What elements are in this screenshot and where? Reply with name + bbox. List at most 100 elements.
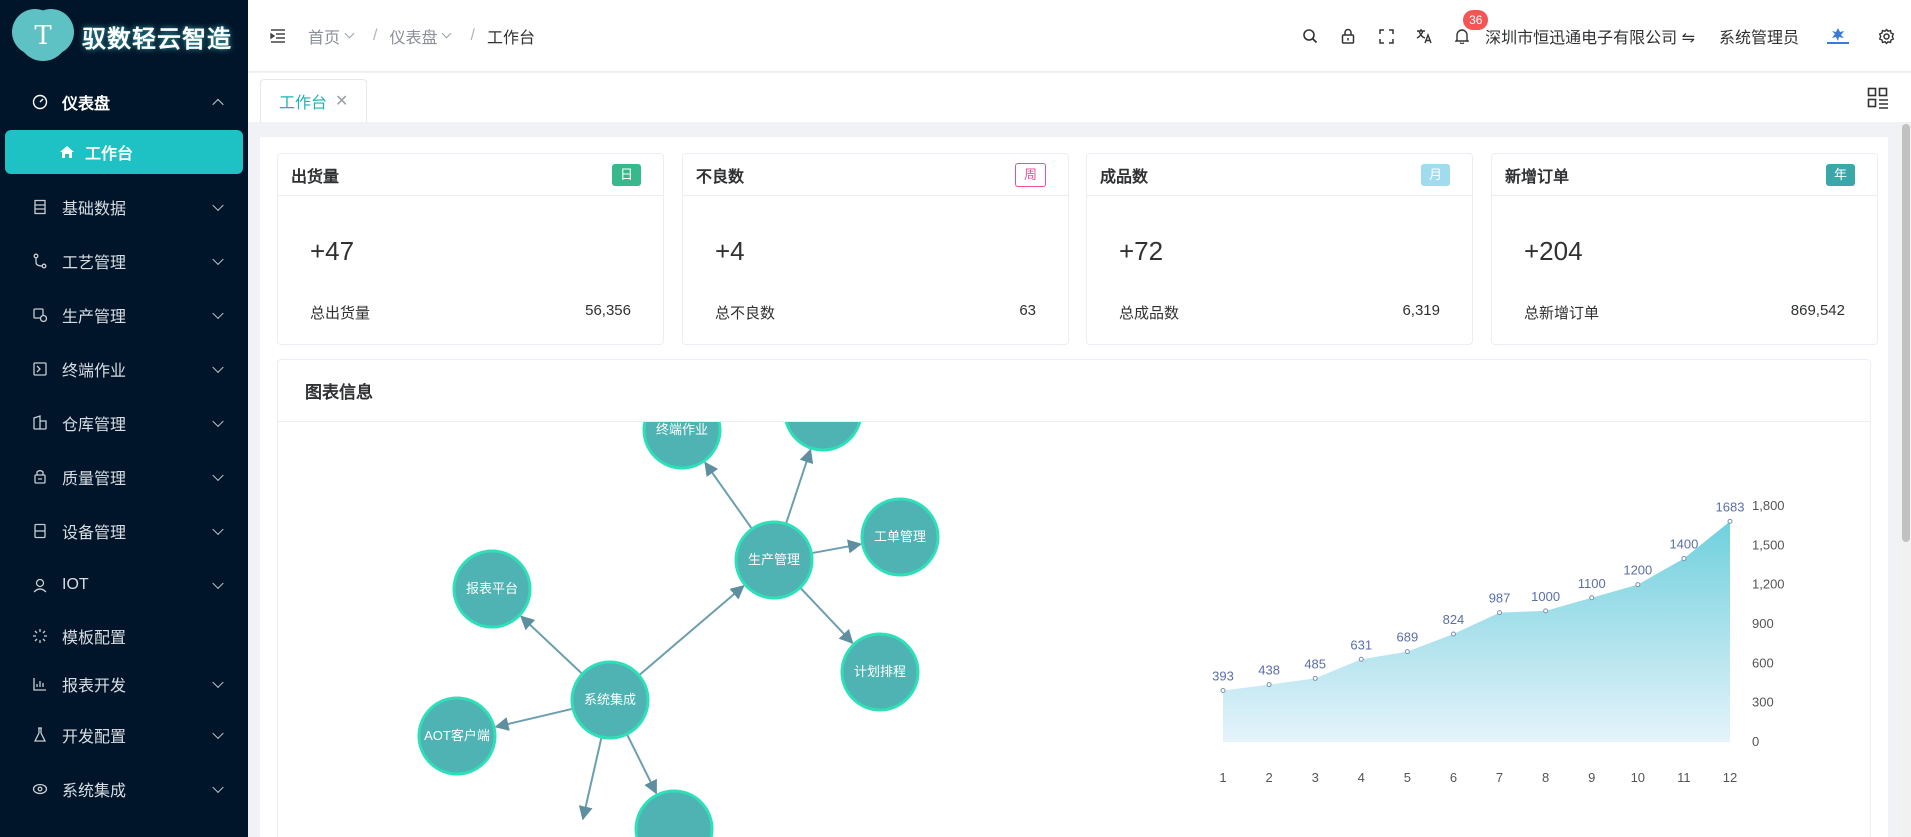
sidebar-item-5[interactable]: 仓库管理 <box>0 396 248 450</box>
card-total-label: 总新增订单 <box>1524 305 1600 322</box>
x-tick-label: 3 <box>1312 770 1319 785</box>
sidebar-item-10[interactable]: 报表开发 <box>0 660 248 708</box>
graph-edge <box>799 586 854 644</box>
trend-data-label: 1683 <box>1716 499 1745 514</box>
stat-card: 成品数 月 +72 总成品数 6,319 <box>1086 153 1473 345</box>
sidebar-subitem-workbench[interactable]: 工作台 <box>5 130 243 174</box>
card-value: +47 <box>310 236 355 266</box>
sidebar-item-label: 模板配置 <box>62 630 127 647</box>
x-tick-label: 11 <box>1677 770 1691 785</box>
logo-icon: T <box>18 11 68 61</box>
card-title: 出货量 <box>291 168 340 186</box>
sidebar-item-label: 质量管理 <box>62 471 127 488</box>
tab-layout-grid-icon[interactable] <box>1867 87 1889 114</box>
card-title: 不良数 <box>696 168 745 186</box>
report-icon <box>32 676 48 692</box>
x-tick-label: 5 <box>1404 770 1411 785</box>
trend-point[interactable] <box>1220 687 1226 693</box>
close-icon[interactable]: ✕ <box>335 91 348 111</box>
trend-point[interactable] <box>1681 555 1687 561</box>
breadcrumb-dashboard[interactable]: 仪表盘 <box>389 24 458 48</box>
card-value: +72 <box>1119 236 1164 266</box>
trend-point[interactable] <box>1727 518 1733 524</box>
trend-point[interactable] <box>1404 649 1410 655</box>
sidebar-item-12[interactable]: 系统集成 <box>0 762 248 816</box>
sidebar-item-6[interactable]: 质量管理 <box>0 450 248 504</box>
quality-icon <box>32 469 48 485</box>
trend-point[interactable] <box>1266 682 1272 688</box>
trend-data-label: 485 <box>1304 656 1326 671</box>
template-icon <box>32 628 48 644</box>
logo[interactable]: T 驭数轻云智造 <box>0 0 248 72</box>
lock-icon[interactable] <box>1329 0 1367 72</box>
sidebar-item-9[interactable]: 模板配置 <box>0 612 248 660</box>
card-title: 成品数 <box>1100 168 1149 186</box>
sidebar-item-label: 开发配置 <box>62 729 127 746</box>
sidebar-subitem-label: 工作台 <box>85 146 134 163</box>
sidebar-item-label: 设备管理 <box>62 525 127 542</box>
trend-point[interactable] <box>1450 631 1456 637</box>
tabs-bar: 工作台 ✕ <box>248 73 1911 122</box>
x-tick-label: 6 <box>1450 770 1457 785</box>
graph-edge <box>578 736 603 821</box>
trend-point[interactable] <box>1497 610 1503 616</box>
search-icon[interactable] <box>1291 0 1329 72</box>
trend-point[interactable] <box>1358 656 1364 662</box>
menu-collapse-icon[interactable] <box>270 27 288 45</box>
chevron-down-icon <box>212 253 224 266</box>
settings-gear-icon[interactable] <box>1867 0 1905 72</box>
trend-point[interactable] <box>1312 675 1318 681</box>
graph-node-label: AOT客户端 <box>424 728 490 743</box>
company-name: 深圳市恒迅通电子有限公司 <box>1485 30 1678 47</box>
graph-node[interactable] <box>784 422 862 452</box>
x-tick-label: 2 <box>1265 770 1272 785</box>
sidebar-item-7[interactable]: 设备管理 <box>0 504 248 558</box>
trend-point[interactable] <box>1543 608 1549 614</box>
sidebar-item-2[interactable]: 工艺管理 <box>0 234 248 288</box>
y-tick-label: 300 <box>1752 695 1774 710</box>
user-name[interactable]: 系统管理员 <box>1719 24 1799 48</box>
sidebar-item-dashboard[interactable]: 仪表盘 <box>0 74 248 130</box>
process-icon <box>32 253 48 269</box>
trend-data-label: 689 <box>1397 630 1419 645</box>
graph-edge <box>520 615 584 675</box>
avatar[interactable] <box>1821 19 1855 53</box>
graph-node-label: 生产管理 <box>748 552 800 567</box>
graph-node-label: 计划排程 <box>854 664 906 679</box>
sidebar-item-8[interactable]: IOT <box>0 558 248 612</box>
graph-edge <box>638 585 745 677</box>
trend-point[interactable] <box>1589 595 1595 601</box>
x-tick-label: 1 <box>1219 770 1226 785</box>
scrollbar-thumb[interactable] <box>1902 124 1910 542</box>
company-switcher[interactable]: 深圳市恒迅通电子有限公司 ⇋ <box>1485 24 1695 48</box>
breadcrumb-label: 仪表盘 <box>389 29 438 47</box>
trend-data-label: 1200 <box>1623 563 1652 578</box>
trend-chart: 393 1 438 2 485 3 631 4 689 5 824 6 987 7 1000 8 1100 9 12… <box>1212 498 1785 785</box>
architecture-graph: 终端作业生产管理工单管理计划排程报表平台系统集成AOT客户端业务架构图 <box>417 422 940 837</box>
sidebar-item-3[interactable]: 生产管理 <box>0 288 248 342</box>
fullscreen-icon[interactable] <box>1367 0 1405 72</box>
sidebar-item-4[interactable]: 终端作业 <box>0 342 248 396</box>
sidebar-item-1[interactable]: 基础数据 <box>0 180 248 234</box>
sidebar-item-11[interactable]: 开发配置 <box>0 708 248 762</box>
card-total-value: 56,356 <box>585 302 631 319</box>
notification-bell-icon[interactable]: 36 <box>1443 0 1489 72</box>
sidebar-item-label: IOT <box>62 576 89 593</box>
sidebar-item-label: 工艺管理 <box>62 255 127 272</box>
dashboard-gauge-icon <box>32 94 48 110</box>
trend-data-label: 824 <box>1443 612 1465 627</box>
x-tick-label: 12 <box>1723 770 1737 785</box>
graph-node[interactable] <box>634 789 714 837</box>
x-tick-label: 4 <box>1358 770 1365 785</box>
translate-icon[interactable] <box>1405 0 1443 72</box>
chevron-down-icon <box>212 415 224 428</box>
tab-workbench[interactable]: 工作台 ✕ <box>260 79 368 122</box>
y-tick-label: 1,200 <box>1752 577 1785 592</box>
card-total-label: 总成品数 <box>1119 305 1180 322</box>
chevron-down-icon <box>212 523 224 536</box>
graph-node-label: 报表平台 <box>466 581 518 596</box>
breadcrumb-home[interactable]: 首页 <box>308 24 361 48</box>
y-tick-label: 1,800 <box>1752 498 1785 513</box>
trend-point[interactable] <box>1635 582 1641 588</box>
chevron-down-icon <box>212 307 224 320</box>
